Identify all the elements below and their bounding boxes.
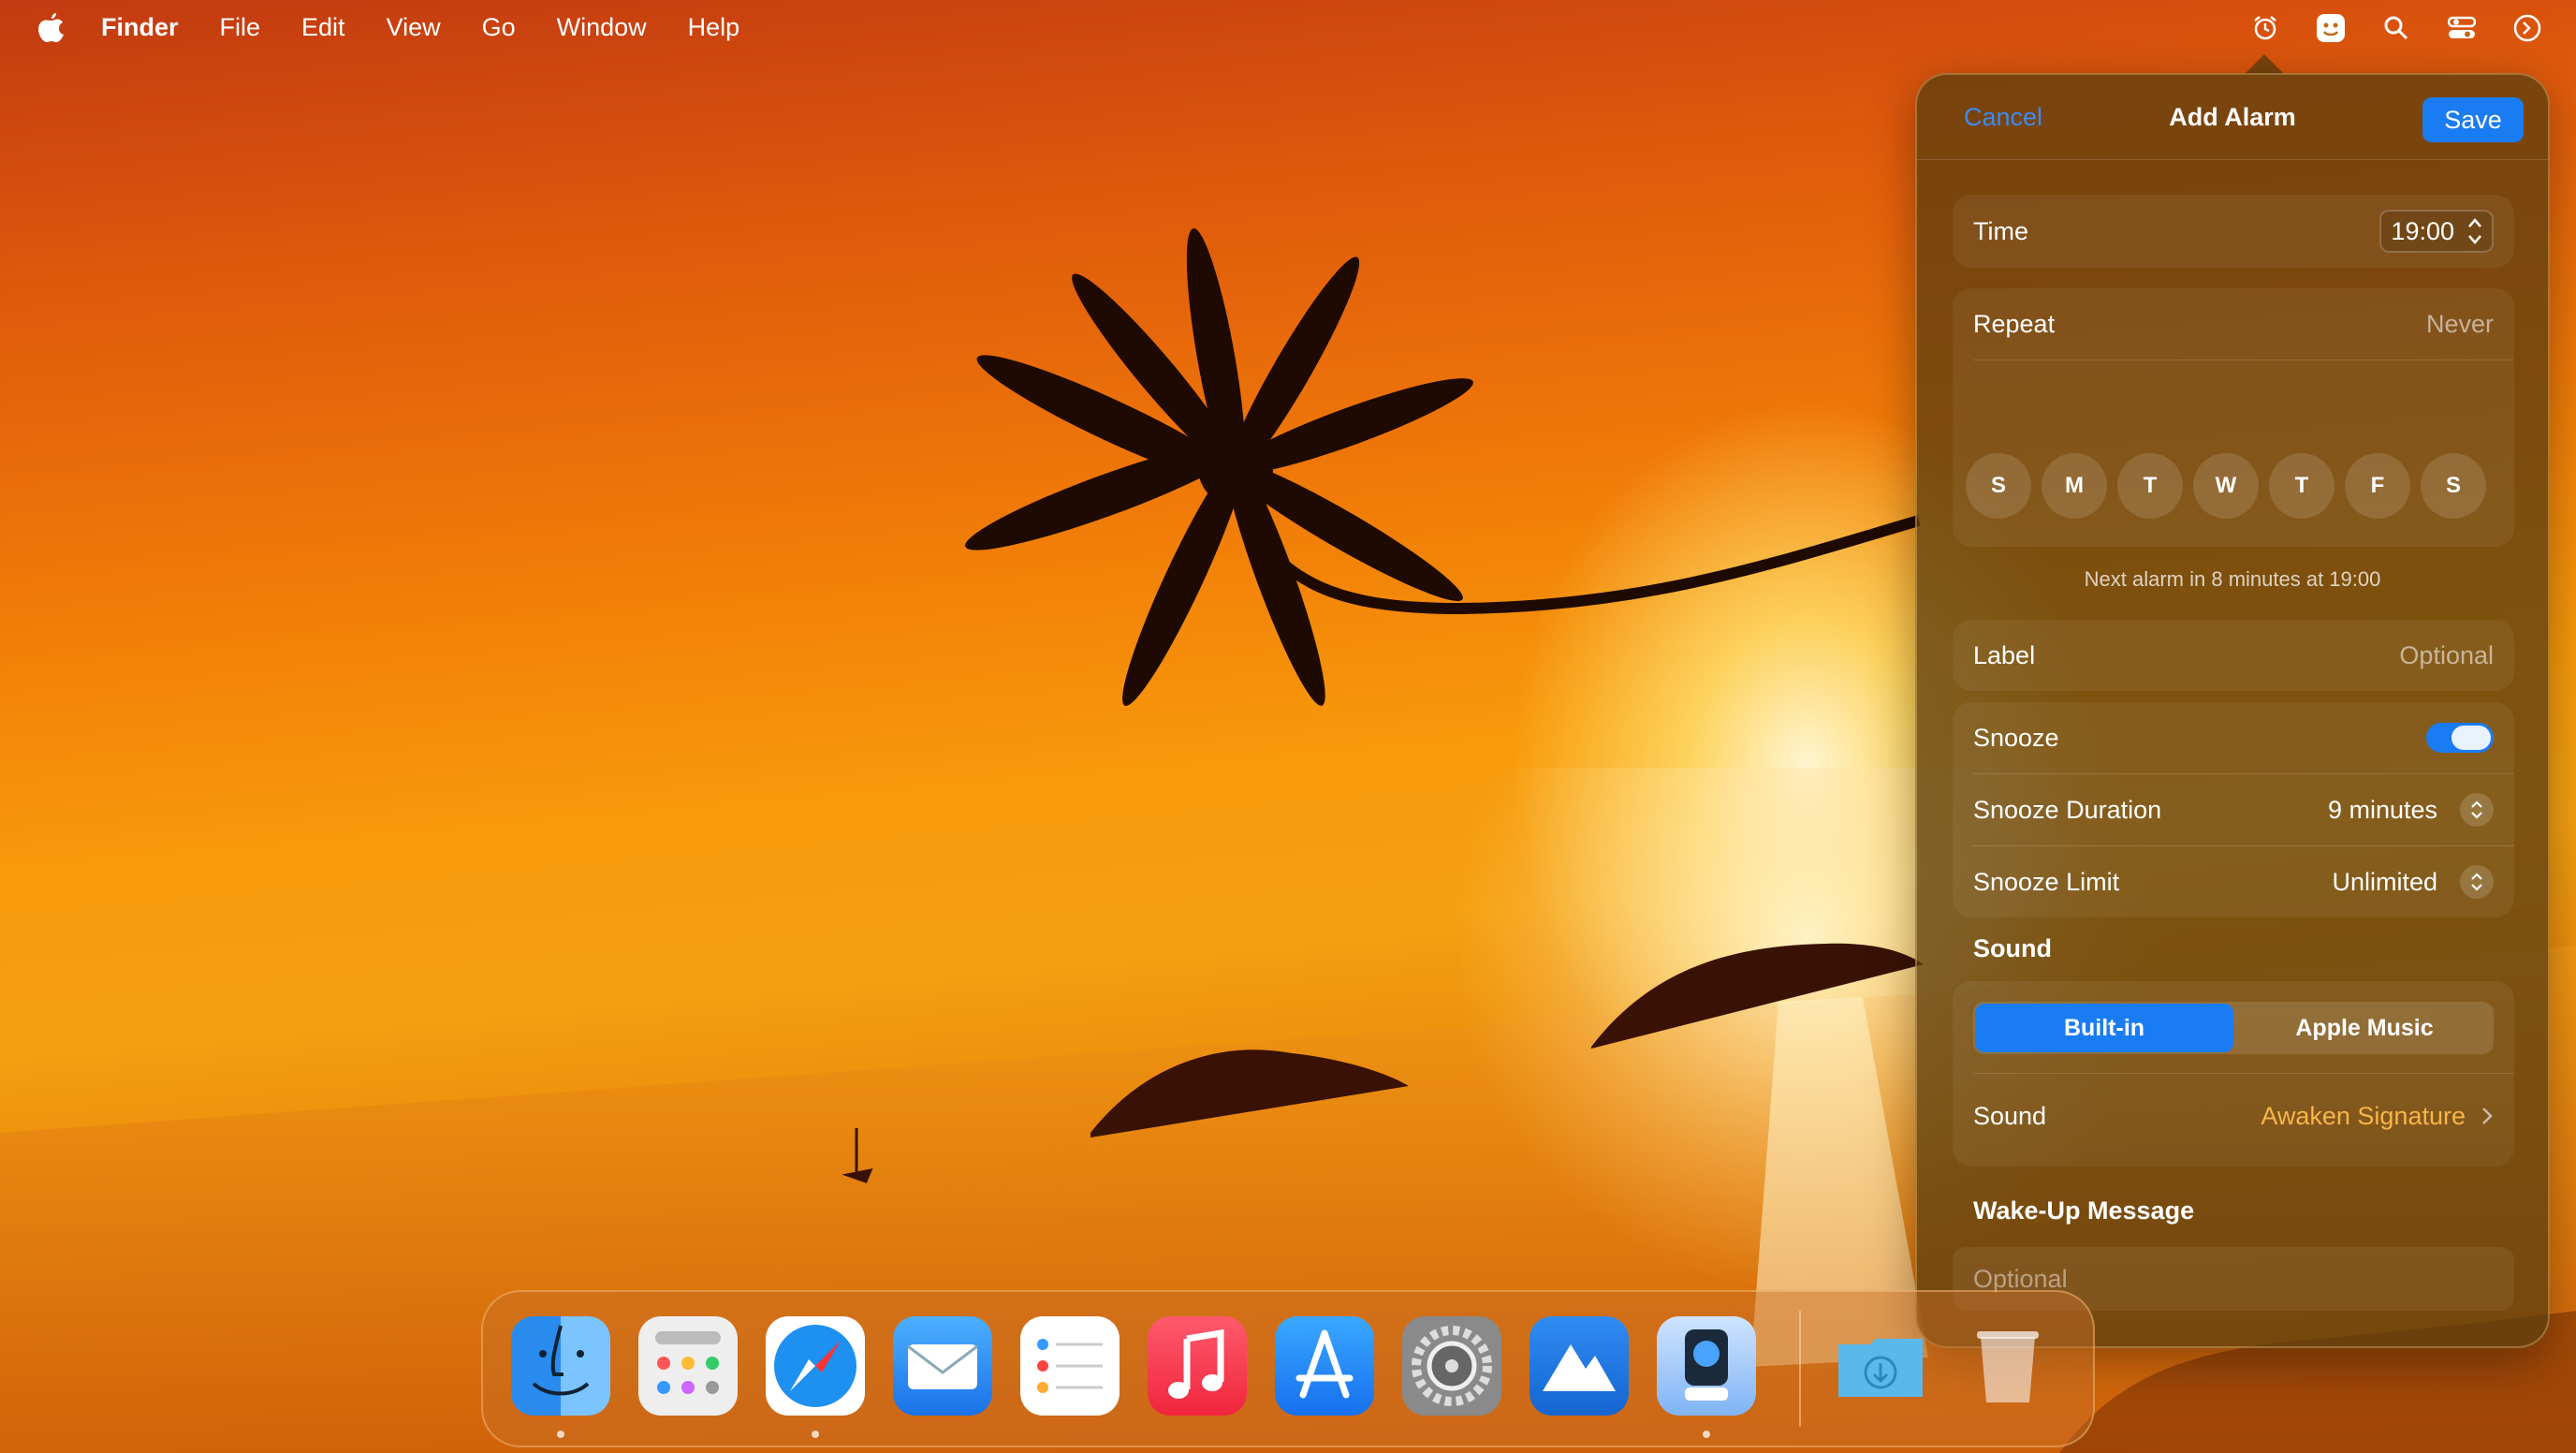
running-indicator bbox=[557, 1431, 564, 1438]
dock-mountain-app[interactable] bbox=[1530, 1316, 1629, 1416]
time-value[interactable]: 19:00 bbox=[2391, 217, 2454, 246]
mail-envelope-icon bbox=[907, 1344, 978, 1389]
popover-arrow bbox=[2244, 54, 2285, 75]
dock bbox=[481, 1290, 2095, 1447]
sound-label: Sound bbox=[1973, 1101, 2047, 1130]
menu-edit[interactable]: Edit bbox=[301, 13, 345, 42]
dock-mail[interactable] bbox=[893, 1316, 992, 1416]
snooze-limit-stepper[interactable] bbox=[2460, 865, 2494, 899]
snooze-limit-row: Snooze Limit Unlimited bbox=[1953, 846, 2514, 917]
add-alarm-popover: Cancel Add Alarm Save Time 19:00 Repeat … bbox=[1915, 73, 2550, 1348]
day-thursday[interactable]: T bbox=[2269, 453, 2334, 519]
repeat-row[interactable]: Repeat Never bbox=[1953, 288, 2514, 360]
label-label: Label bbox=[1973, 640, 2036, 669]
apple-logo-icon[interactable] bbox=[37, 11, 66, 43]
alarm-clock-icon[interactable] bbox=[2248, 11, 2282, 45]
control-center-icon[interactable] bbox=[2445, 11, 2479, 45]
next-alarm-text: Next alarm in 8 minutes at 19:00 bbox=[2084, 567, 2381, 591]
dock-music[interactable] bbox=[1148, 1316, 1247, 1416]
preview-loupe-icon bbox=[1685, 1329, 1728, 1401]
dock-divider bbox=[1799, 1311, 1801, 1427]
menu-help[interactable]: Help bbox=[688, 13, 740, 42]
day-sunday[interactable]: S bbox=[1966, 453, 2031, 519]
sound-source-apple-music[interactable]: Apple Music bbox=[2235, 1002, 2494, 1054]
snooze-group: Snooze Snooze Duration 9 minutes Snooze … bbox=[1953, 702, 2514, 917]
gear-icon bbox=[1412, 1326, 1492, 1406]
up-down-chevron-icon bbox=[2471, 800, 2482, 819]
search-icon[interactable] bbox=[2379, 11, 2413, 45]
snooze-limit-value[interactable]: Unlimited bbox=[2332, 868, 2437, 897]
clock-icon[interactable] bbox=[2510, 11, 2544, 45]
label-group: Label Optional bbox=[1953, 620, 2514, 691]
popover-header: Cancel Add Alarm Save bbox=[1917, 75, 2548, 160]
trash-icon bbox=[1977, 1331, 2039, 1402]
time-label: Time bbox=[1973, 216, 2028, 245]
dock-downloads[interactable] bbox=[1831, 1316, 1930, 1416]
music-note-icon bbox=[1168, 1328, 1224, 1399]
dock-app-store[interactable] bbox=[1275, 1316, 1374, 1416]
snooze-limit-label: Snooze Limit bbox=[1973, 867, 2120, 896]
sound-source-segmented: Built-in Apple Music bbox=[1973, 1002, 2494, 1054]
day-wednesday[interactable]: W bbox=[2193, 453, 2259, 519]
up-down-chevron-icon bbox=[2471, 873, 2482, 891]
safari-compass-icon bbox=[774, 1325, 856, 1407]
chevron-right-icon bbox=[2482, 1108, 2493, 1124]
time-row: Time 19:00 bbox=[1953, 195, 2514, 268]
toggle-knob bbox=[2452, 726, 2491, 750]
dock-system-settings[interactable] bbox=[1402, 1316, 1501, 1416]
snooze-duration-label: Snooze Duration bbox=[1973, 795, 2162, 824]
label-row[interactable]: Label Optional bbox=[1953, 620, 2514, 691]
label-input[interactable]: Optional bbox=[2399, 641, 2494, 670]
sound-source-builtin[interactable]: Built-in bbox=[1975, 1004, 2233, 1052]
day-friday[interactable]: F bbox=[2345, 453, 2410, 519]
running-indicator bbox=[812, 1431, 819, 1438]
day-saturday[interactable]: S bbox=[2421, 453, 2486, 519]
reminders-list-icon bbox=[1037, 1339, 1103, 1393]
launchpad-icon bbox=[655, 1331, 721, 1394]
menu-app-name[interactable]: Finder bbox=[101, 13, 179, 42]
sound-value[interactable]: Awaken Signature bbox=[2261, 1102, 2466, 1131]
save-button[interactable]: Save bbox=[2422, 97, 2524, 142]
dock-finder[interactable] bbox=[511, 1316, 610, 1416]
snooze-row: Snooze bbox=[1953, 702, 2514, 773]
running-indicator bbox=[1703, 1431, 1710, 1438]
downloads-folder-icon bbox=[1838, 1339, 1923, 1397]
sound-row[interactable]: Sound Awaken Signature bbox=[1953, 1079, 2514, 1153]
repeat-label: Repeat bbox=[1973, 309, 2056, 338]
mountain-icon bbox=[1543, 1344, 1616, 1391]
time-stepper-icon[interactable] bbox=[2466, 215, 2484, 247]
repeat-value: Never bbox=[2425, 309, 2494, 338]
dock-reminders[interactable] bbox=[1020, 1316, 1120, 1416]
dock-preview[interactable] bbox=[1657, 1316, 1756, 1416]
sound-group: Built-in Apple Music Sound Awaken Signat… bbox=[1953, 981, 2514, 1167]
repeat-group: Repeat Never S M T W T F S bbox=[1953, 288, 2514, 547]
snooze-duration-row: Snooze Duration 9 minutes bbox=[1953, 774, 2514, 845]
snooze-duration-stepper[interactable] bbox=[2460, 793, 2494, 827]
time-field[interactable]: 19:00 bbox=[2379, 210, 2494, 253]
snooze-label: Snooze bbox=[1973, 723, 2059, 752]
dock-launchpad[interactable] bbox=[638, 1316, 738, 1416]
app-store-icon bbox=[1295, 1329, 1354, 1399]
menu-file[interactable]: File bbox=[220, 13, 261, 42]
snooze-duration-value[interactable]: 9 minutes bbox=[2328, 796, 2437, 825]
day-monday[interactable]: M bbox=[2042, 453, 2107, 519]
dock-trash[interactable] bbox=[1958, 1316, 2057, 1416]
menu-view[interactable]: View bbox=[387, 13, 441, 42]
dock-safari[interactable] bbox=[766, 1316, 865, 1416]
sound-section-title: Sound bbox=[1973, 934, 2052, 962]
menu-window[interactable]: Window bbox=[557, 13, 647, 42]
time-group: Time 19:00 bbox=[1953, 195, 2514, 268]
wakeup-section-title: Wake-Up Message bbox=[1973, 1196, 2195, 1225]
status-area bbox=[2248, 9, 2576, 47]
menu-go[interactable]: Go bbox=[482, 13, 516, 42]
finder-icon bbox=[532, 1325, 590, 1396]
divider bbox=[1973, 1073, 2514, 1074]
app-face-icon[interactable] bbox=[2314, 11, 2348, 45]
day-picker: S M T W T F S bbox=[1966, 453, 2486, 519]
snooze-toggle[interactable] bbox=[2426, 723, 2494, 753]
menu-bar: Finder File Edit View Go Window Help bbox=[0, 0, 2576, 54]
day-tuesday[interactable]: T bbox=[2117, 453, 2183, 519]
